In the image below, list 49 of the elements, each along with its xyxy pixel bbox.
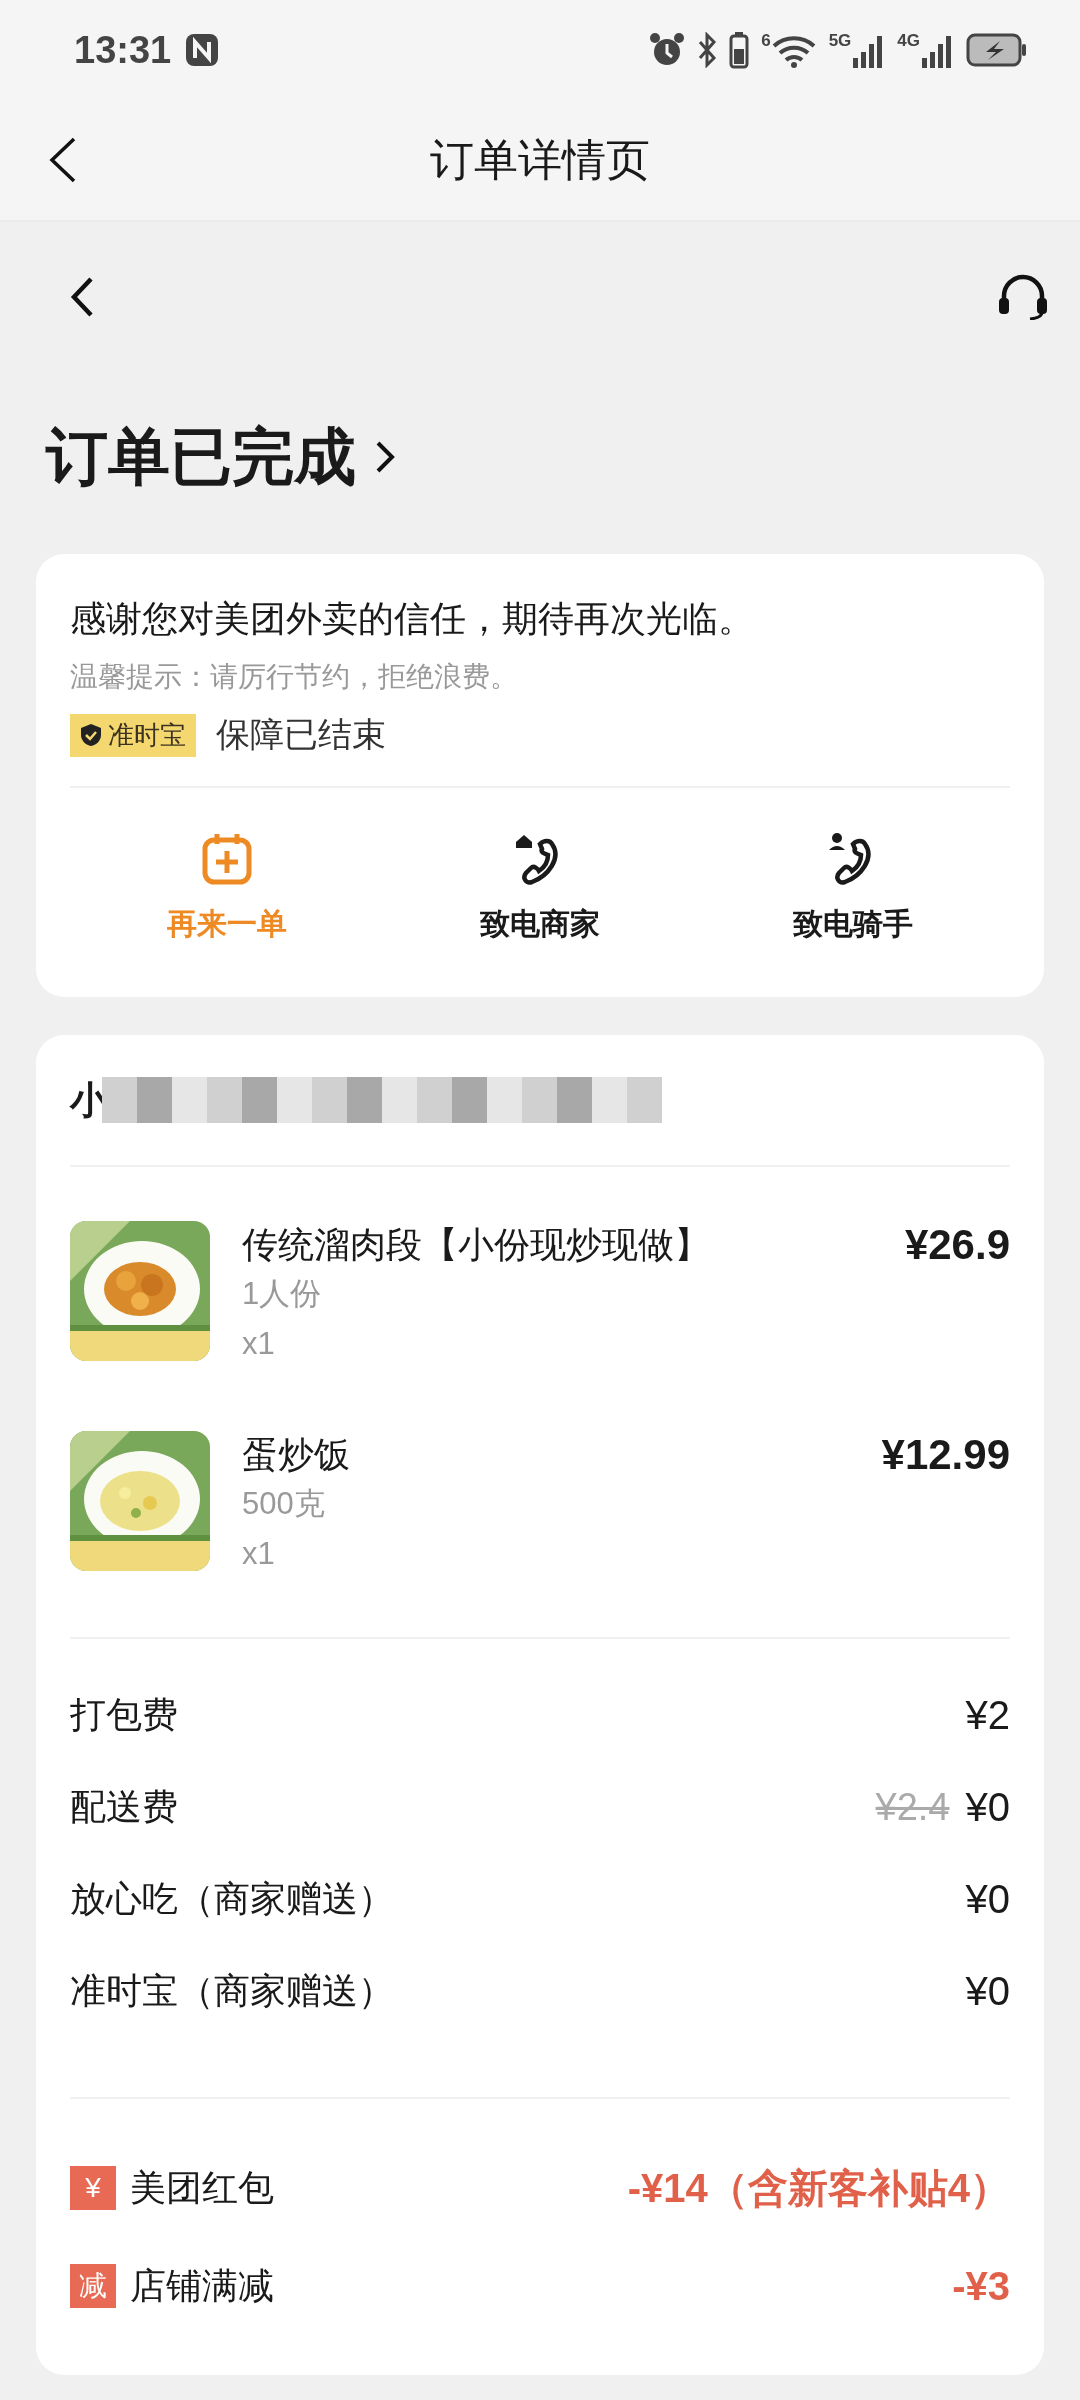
discount-amount: -¥14（含新客补贴4） (627, 2164, 1010, 2212)
nfc-icon (185, 33, 220, 67)
action-button[interactable]: 致电商家 (383, 832, 697, 945)
back-icon (70, 276, 94, 318)
network-label: 5G (828, 32, 852, 49)
alarm-icon (649, 32, 686, 68)
item-price: ¥12.99 (881, 1431, 1010, 1479)
headset-icon (996, 274, 1050, 320)
item-spec: 500克 (242, 1485, 326, 1523)
back-button[interactable] (48, 136, 78, 184)
item-price: ¥26.9 (904, 1221, 1010, 1269)
item-spec: 1人份 (242, 1275, 323, 1313)
fee-amount: ¥0 (965, 1784, 1010, 1830)
fee-label: 配送费 (70, 1784, 178, 1829)
battery-icon (729, 31, 750, 69)
fee-label: 准时宝（商家赠送） (70, 1968, 394, 2013)
item-quantity: x1 (242, 1535, 276, 1573)
wifi-label: 6 (761, 32, 771, 49)
chevron-icon (374, 439, 396, 475)
back-button[interactable] (70, 276, 94, 318)
fee-amount: ¥2 (965, 1692, 1010, 1738)
badge-label: 准时宝 (108, 718, 186, 752)
guarantee-status: 保障已结束 (216, 714, 386, 755)
fee-label: 放心吃（商家赠送） (70, 1876, 394, 1921)
discount-tag: 减 (70, 2264, 116, 2308)
item-name: 传统溜肉段【小份现炒现做】 (242, 1223, 711, 1267)
discount-amount: -¥3 (952, 2263, 1010, 2309)
discount-label: 店铺满减 (130, 2263, 274, 2308)
shield-icon (80, 723, 102, 747)
fee-amount: ¥0 (965, 1968, 1010, 2014)
item-quantity: x1 (242, 1325, 276, 1363)
action-button[interactable]: 致电骑手 (696, 832, 1010, 945)
thank-you-message: 感谢您对美团外卖的信任，期待再次光临。 (70, 597, 755, 641)
discount-tag: ¥ (70, 2166, 116, 2210)
tip-text: 温馨提示：请厉行节约，拒绝浪费。 (70, 660, 519, 694)
order-status-link[interactable]: 订单已完成 (46, 415, 396, 499)
network-label: 4G (897, 32, 920, 49)
fee-label: 打包费 (70, 1692, 178, 1737)
back-icon (48, 136, 78, 184)
original-price: ¥2.4 (875, 1785, 950, 1829)
calendar-plus-icon (200, 832, 253, 886)
status-time: 13:31 (74, 28, 172, 72)
page-title: 订单详情页 (430, 133, 650, 186)
discount-label: 美团红包 (130, 2165, 274, 2210)
customer-service-button[interactable] (996, 274, 1050, 320)
bluetooth-icon (697, 32, 718, 68)
item-name: 蛋炒饭 (242, 1433, 351, 1477)
battery-charging-icon (966, 33, 1028, 67)
fee-amount: ¥0 (965, 1876, 1010, 1922)
